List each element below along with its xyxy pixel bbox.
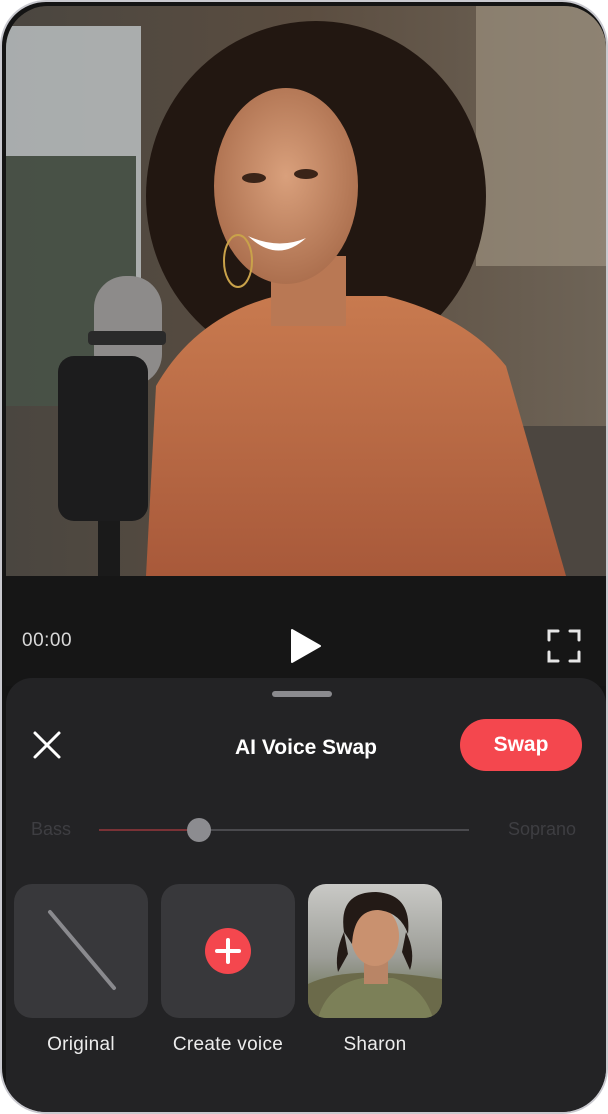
sheet-drag-handle[interactable]: [272, 691, 332, 697]
voice-label-create: Create voice: [172, 1034, 284, 1055]
slider-max-label: Soprano: [507, 819, 576, 839]
voice-option-original[interactable]: [14, 884, 148, 1018]
plus-icon: [205, 928, 251, 974]
voice-swap-sheet: AI Voice Swap Swap Bass Soprano Original: [6, 678, 606, 1112]
phone-frame: 00:00 AI Voice Swap Swap Bass Soprano Or…: [0, 0, 608, 1114]
voice-label-original: Original: [47, 1034, 115, 1055]
none-slash-icon: [48, 910, 116, 990]
avatar: [308, 884, 442, 1018]
slider-fill: [99, 829, 199, 831]
playback-time: 00:00: [22, 630, 73, 651]
fullscreen-icon[interactable]: [546, 628, 582, 664]
video-frame-image: [6, 6, 606, 576]
voice-option-create[interactable]: [161, 884, 295, 1018]
slider-thumb[interactable]: [186, 818, 211, 842]
slider-min-label: Bass: [31, 819, 72, 839]
swap-button[interactable]: Swap: [460, 719, 582, 771]
voice-option-sharon[interactable]: [308, 884, 442, 1018]
video-preview[interactable]: [6, 6, 606, 576]
slider-track[interactable]: [99, 829, 469, 831]
voice-label-sharon: Sharon: [343, 1034, 407, 1055]
voice-pitch-slider: Bass Soprano: [6, 814, 606, 844]
play-icon[interactable]: [288, 628, 322, 664]
player-controls: 00:00: [6, 576, 606, 686]
